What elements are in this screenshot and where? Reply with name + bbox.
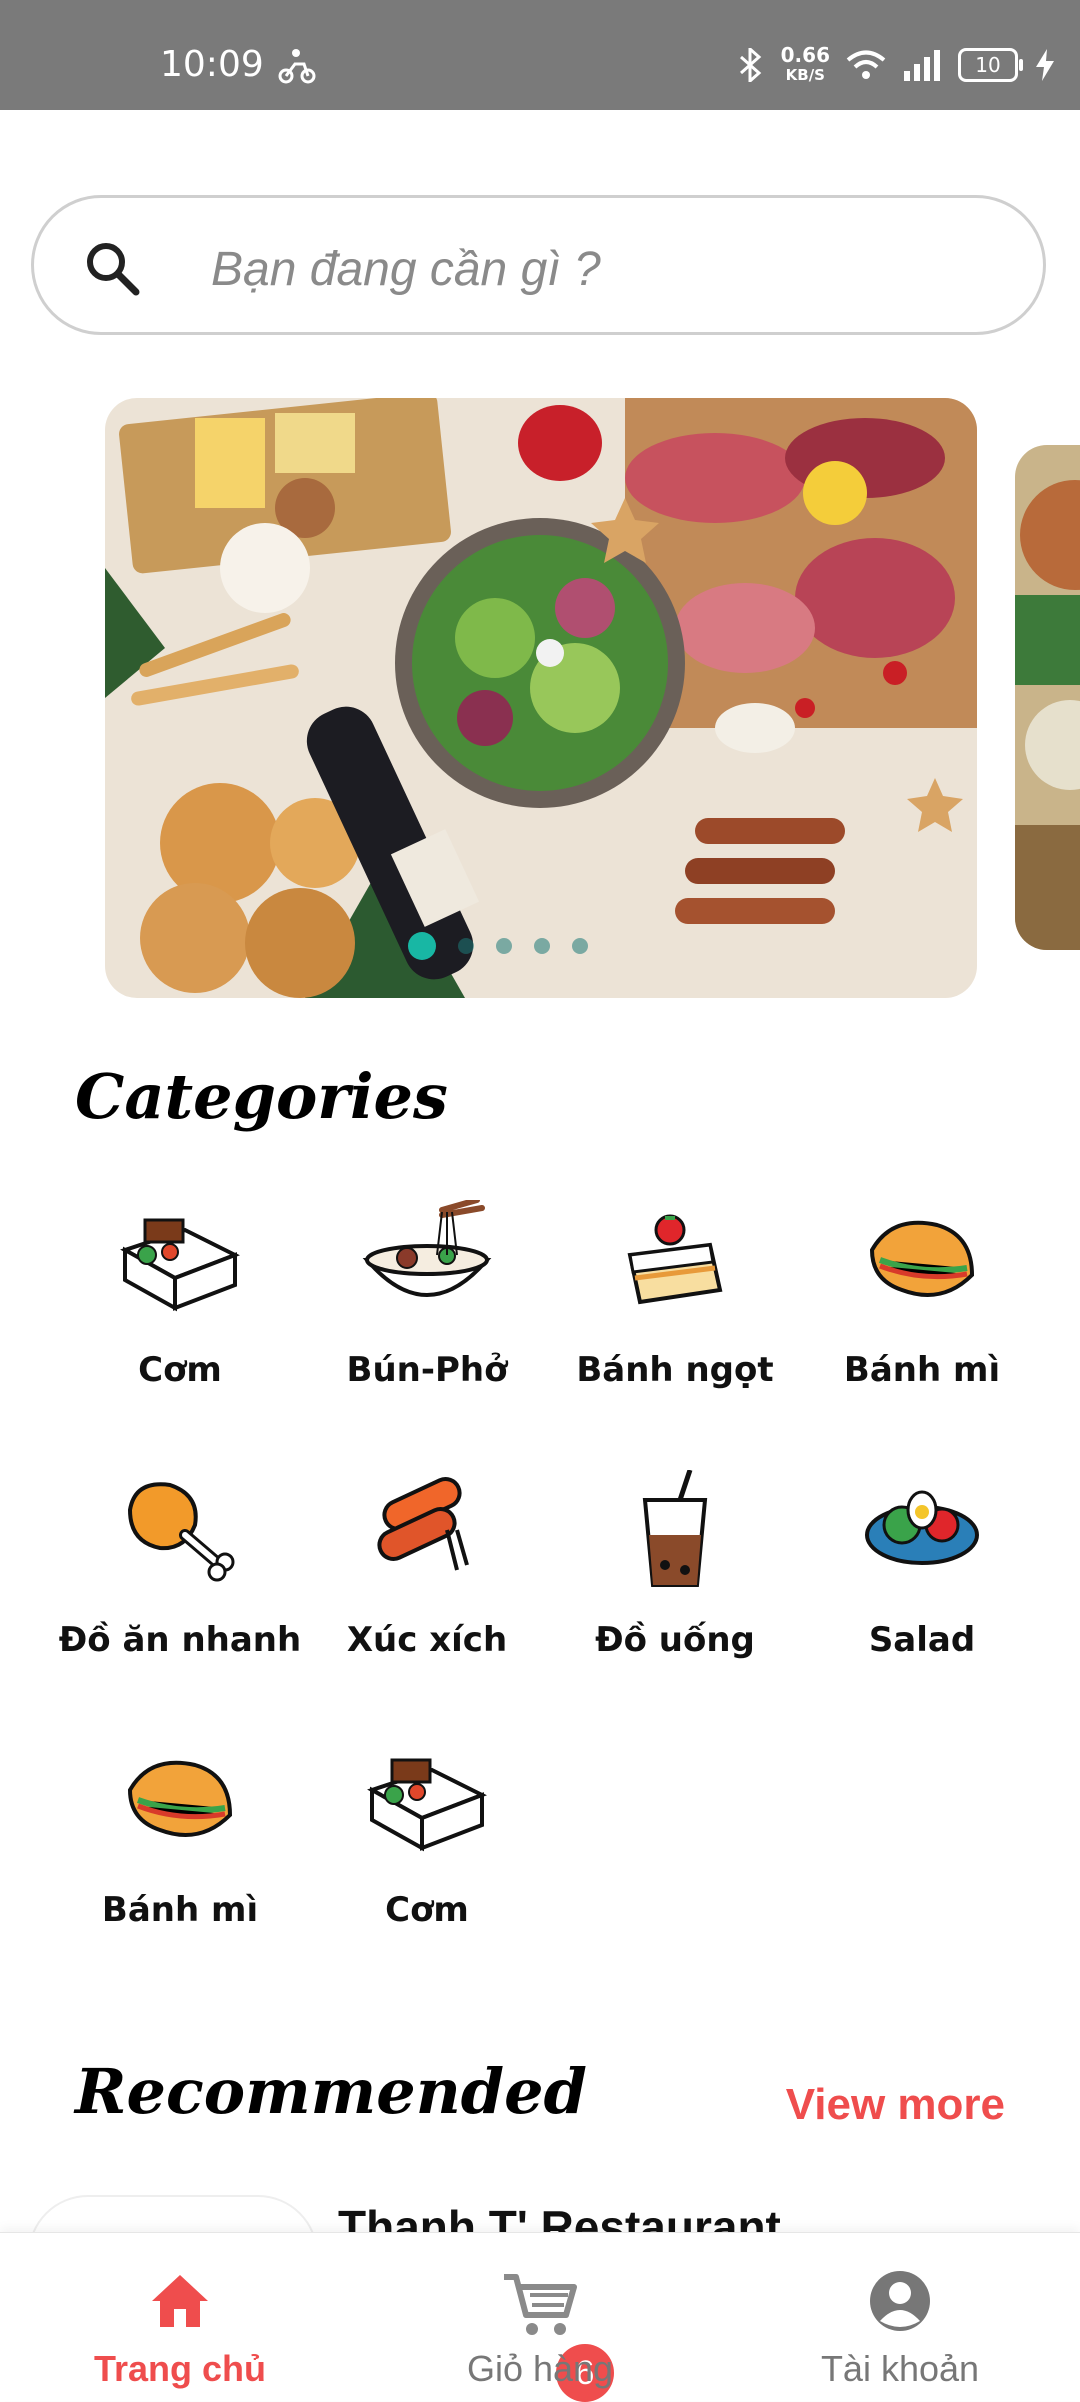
noodle-bowl-icon bbox=[362, 1200, 492, 1297]
search-input[interactable] bbox=[209, 228, 993, 310]
nav-home-label: Trang chủ bbox=[93, 2348, 267, 2389]
categories-title: Categories bbox=[75, 1060, 448, 1133]
category-label: Bánh ngọt bbox=[576, 1350, 774, 1390]
food-spread-image bbox=[105, 398, 977, 998]
category-label: Bánh mì bbox=[843, 1350, 1001, 1390]
account-icon bbox=[870, 2271, 930, 2331]
cake-icon bbox=[627, 1214, 723, 1305]
home-icon bbox=[152, 2275, 208, 2327]
nav-cart[interactable]: 6 Giỏ hàng bbox=[410, 2263, 670, 2402]
network-speed: 0.66 KB/S bbox=[781, 45, 830, 85]
category-label: Cơm bbox=[138, 1350, 222, 1390]
view-more-link[interactable]: View more bbox=[786, 2080, 1005, 2130]
category-label: Đồ ăn nhanh bbox=[58, 1620, 302, 1660]
banner-slide[interactable] bbox=[105, 398, 977, 998]
next-banner-image bbox=[1015, 445, 1080, 950]
category-item[interactable]: Cơm bbox=[56, 1200, 304, 1420]
sandwich-icon bbox=[127, 1760, 233, 1837]
category-label: Đồ uống bbox=[595, 1620, 755, 1660]
charging-icon bbox=[1036, 49, 1054, 81]
wifi-icon bbox=[846, 50, 886, 79]
category-item[interactable]: Cơm bbox=[303, 1740, 551, 1960]
rice-box-icon bbox=[367, 1758, 487, 1852]
salad-icon bbox=[865, 1490, 979, 1565]
carousel-indicator bbox=[408, 932, 588, 960]
recommended-title: Recommended bbox=[75, 2055, 587, 2128]
carousel-dot[interactable] bbox=[534, 938, 550, 954]
category-label: Bún-Phở bbox=[346, 1350, 508, 1390]
category-item[interactable]: Bún-Phở bbox=[303, 1200, 551, 1420]
bottom-navigation: Trang chủ 6 Giỏ hàng Tài khoản bbox=[0, 2232, 1080, 2402]
chicken-leg-icon bbox=[127, 1482, 235, 1582]
carousel-dot-active[interactable] bbox=[408, 932, 436, 960]
sausage-icon bbox=[377, 1477, 469, 1571]
nav-account[interactable]: Tài khoản bbox=[770, 2263, 1030, 2389]
status-icons: 0.66 KB/S 10 bbox=[737, 40, 1056, 90]
category-label: Salad bbox=[868, 1620, 976, 1660]
search-icon bbox=[87, 243, 140, 296]
nav-cart-label: Giỏ hàng bbox=[466, 2348, 614, 2389]
category-label: Bánh mì bbox=[101, 1890, 259, 1930]
category-item[interactable]: Đồ ăn nhanh bbox=[56, 1470, 304, 1690]
carousel-dot[interactable] bbox=[496, 938, 512, 954]
category-item[interactable]: Xúc xích bbox=[303, 1470, 551, 1690]
drink-icon bbox=[642, 1470, 708, 1587]
delivery-bike-icon bbox=[278, 49, 316, 84]
category-item[interactable]: Đồ uống bbox=[551, 1470, 799, 1690]
category-item[interactable]: Bánh ngọt bbox=[551, 1200, 799, 1420]
sandwich-icon bbox=[869, 1220, 975, 1297]
category-label: Xúc xích bbox=[346, 1620, 508, 1660]
search-bar[interactable] bbox=[31, 195, 1046, 335]
category-item[interactable]: Bánh mì bbox=[798, 1200, 1046, 1420]
carousel-dot[interactable] bbox=[572, 938, 588, 954]
category-item[interactable]: Salad bbox=[798, 1470, 1046, 1690]
carousel-dot[interactable] bbox=[458, 938, 474, 954]
status-time: 10:09 bbox=[160, 44, 264, 85]
signal-icon bbox=[904, 50, 940, 81]
cart-icon bbox=[504, 2274, 577, 2335]
speed-unit: KB/S bbox=[785, 66, 825, 84]
rice-box-icon bbox=[120, 1218, 240, 1312]
nav-account-label: Tài khoản bbox=[820, 2348, 980, 2389]
speed-value: 0.66 bbox=[780, 43, 830, 67]
bluetooth-icon bbox=[739, 48, 761, 82]
category-item[interactable]: Bánh mì bbox=[56, 1740, 304, 1960]
battery-icon: 10 bbox=[958, 48, 1023, 82]
status-bar: 10:09 0.66 KB/S 10 bbox=[0, 0, 1080, 110]
nav-home[interactable]: Trang chủ bbox=[50, 2263, 310, 2389]
next-banner-preview[interactable] bbox=[1015, 445, 1080, 950]
category-label: Cơm bbox=[385, 1890, 469, 1930]
